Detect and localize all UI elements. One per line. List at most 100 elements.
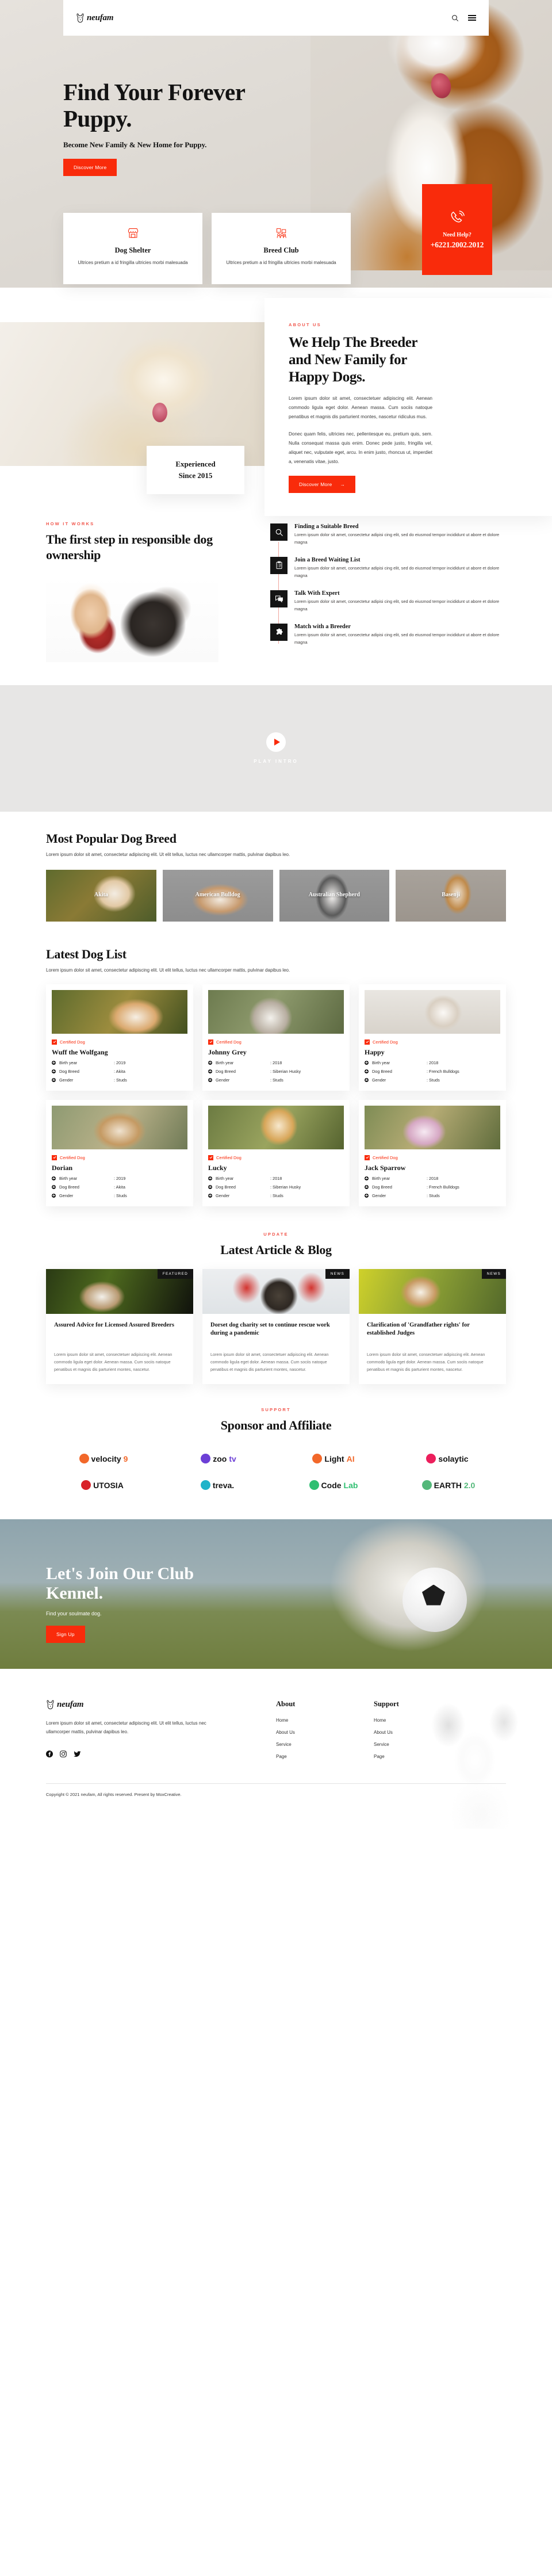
dog-card[interactable]: Certified Dog Wuff the Wolfgang Birth year…: [46, 984, 193, 1091]
hamburger-menu-icon[interactable]: [468, 14, 476, 22]
shop-store-icon: [75, 226, 191, 240]
blog-excerpt: Lorem ipsum dolor sit amet, consectetuer…: [54, 1351, 172, 1372]
search-icon[interactable]: [451, 14, 459, 22]
dog-spec-gender: Gender: Studs: [52, 1077, 187, 1083]
check-icon: [208, 1039, 213, 1045]
feature-card-breed-club[interactable]: Breed Club Ultrices pretium a id fringil…: [212, 213, 351, 284]
footer-social-links: [46, 1750, 276, 1760]
plus-circle-icon: [52, 1060, 56, 1065]
about-discover-more-button[interactable]: Discover More →: [289, 475, 356, 493]
dog-card[interactable]: Certified Dog Jack Sparrow Birth year: 201…: [359, 1099, 506, 1206]
hero-title: Find Your Forever Puppy.: [63, 79, 245, 132]
brand-logo[interactable]: neufam: [76, 13, 114, 23]
feature-card-row: Dog Shelter Ultrices pretium a id fringi…: [63, 213, 351, 284]
footer-link[interactable]: About Us: [374, 1730, 471, 1735]
dog-name: Lucky: [208, 1163, 227, 1172]
hero-discover-more-button[interactable]: Discover More: [63, 158, 117, 176]
footer-columns: neufam Lorem ipsum dolor sit amet, conse…: [46, 1700, 506, 1766]
spec-value: : Siberian Husky: [270, 1068, 301, 1074]
spec-label: Dog Breed: [216, 1184, 236, 1190]
breed-card[interactable]: Akita: [46, 869, 156, 922]
sponsor-logo[interactable]: Code Lab: [276, 1472, 391, 1499]
step-text: Lorem ipsum dolor sit amet, consectetur …: [294, 598, 500, 611]
instagram-icon[interactable]: [60, 1750, 67, 1760]
footer-copyright: Copyright © 2021 neufam, All rights rese…: [46, 1791, 182, 1797]
about-button-label: Discover More: [299, 481, 332, 487]
footer-link[interactable]: Service: [276, 1742, 374, 1747]
plus-circle-icon: [208, 1069, 212, 1073]
breed-card[interactable]: Basenji: [396, 869, 506, 922]
spec-label: Gender: [372, 1193, 386, 1198]
play-intro-wrapper[interactable]: PLAY INTRO: [0, 685, 552, 812]
footer-logo[interactable]: neufam: [46, 1700, 276, 1710]
dog-card[interactable]: Certified Dog Johnny Grey Birth year: 2018…: [202, 984, 350, 1091]
sponsor-logo[interactable]: treva.: [161, 1472, 276, 1499]
sponsor-logo[interactable]: solaytic: [391, 1446, 506, 1472]
dog-photo: [208, 1105, 344, 1149]
sponsor-logo[interactable]: velocity 9: [46, 1446, 161, 1472]
step-item[interactable]: Join a Breed Waiting List Lorem ipsum do…: [270, 556, 506, 580]
step-item[interactable]: Finding a Suitable Breed Lorem ipsum dol…: [270, 523, 506, 546]
about-dog-image: [0, 322, 282, 466]
sponsor-logo[interactable]: zoo tv: [161, 1446, 276, 1472]
footer-link[interactable]: Home: [374, 1718, 471, 1723]
spec-label: Gender: [59, 1193, 74, 1198]
dog-name: Happy: [365, 1048, 385, 1056]
certified-badge: Certified Dog: [365, 1039, 500, 1045]
sponsor-name-secondary: 2.0: [463, 1480, 476, 1490]
footer-link[interactable]: About Us: [276, 1730, 374, 1735]
plus-circle-icon: [52, 1069, 56, 1073]
step-title: Join a Breed Waiting List: [294, 556, 361, 563]
sponsor-mark-icon: [309, 1480, 319, 1490]
popular-breeds-title: Most Popular Dog Breed: [46, 831, 177, 846]
step-item[interactable]: Match with a Breeder Lorem ipsum dolor s…: [270, 623, 506, 647]
need-help-label: Need Help?: [443, 232, 471, 238]
blog-card[interactable]: FEATURED Assured Advice for Licensed Assu…: [46, 1268, 193, 1384]
step-item[interactable]: Talk With Expert Lorem ipsum dolor sit a…: [270, 590, 506, 613]
certified-label: Certified Dog: [373, 1039, 398, 1045]
blog-thumbnail: NEWS: [202, 1268, 350, 1314]
plus-circle-icon: [365, 1176, 369, 1180]
spec-value: : French Bulldogs: [427, 1184, 459, 1190]
blog-card[interactable]: NEWS Dorset dog charity set to continue r…: [202, 1268, 350, 1384]
play-triangle-icon[interactable]: [266, 732, 286, 752]
sponsor-logo[interactable]: Light AI: [276, 1446, 391, 1472]
blog-tag: NEWS: [481, 1268, 506, 1279]
breed-card[interactable]: Australian Shepherd: [279, 869, 390, 922]
dog-photo: [52, 1105, 187, 1149]
sponsor-logo[interactable]: UTOSIA: [46, 1472, 161, 1499]
footer-link[interactable]: Home: [276, 1718, 374, 1723]
spec-label: Birth year: [372, 1060, 390, 1065]
blog-card-title: Clarification of 'Grandfather rights' fo…: [367, 1321, 470, 1337]
certified-label: Certified Dog: [216, 1155, 241, 1160]
feature-text: Ultrices pretium a id fringilla ultricie…: [226, 260, 336, 265]
experience-badge: Experienced Since 2015: [147, 446, 244, 495]
dog-card[interactable]: Certified Dog Lucky Birth year: 2018 Dog Br…: [202, 1099, 350, 1206]
facebook-icon[interactable]: [46, 1750, 53, 1760]
need-help-card[interactable]: Need Help? +6221.2002.2012: [422, 184, 492, 275]
breed-card[interactable]: American Bulldog: [162, 869, 273, 922]
sign-up-button[interactable]: Sign Up: [46, 1626, 85, 1644]
blog-card[interactable]: NEWS Clarification of 'Grandfather rights…: [359, 1268, 506, 1384]
dog-card[interactable]: Certified Dog Happy Birth year: 2018 Dog Br…: [359, 984, 506, 1091]
sponsor-name-primary: EARTH: [434, 1480, 462, 1490]
cta-inner: Let's Join Our Club Kennel. Find your so…: [46, 1519, 506, 1644]
spec-label: Birth year: [59, 1060, 78, 1065]
dog-name: Jack Sparrow: [365, 1163, 406, 1172]
sponsors-section: SUPPORT Sponsor and Affiliate velocity 9 z…: [46, 1390, 506, 1519]
footer-link[interactable]: Service: [374, 1742, 471, 1747]
sponsor-logo[interactable]: EARTH 2.0: [391, 1472, 506, 1499]
how-eyebrow: HOW IT WORKS: [46, 521, 95, 526]
feature-card-dog-shelter[interactable]: Dog Shelter Ultrices pretium a id fringi…: [63, 213, 202, 284]
footer-link[interactable]: Page: [374, 1754, 471, 1759]
dog-card[interactable]: Certified Dog Dorian Birth year: 2019 Dog B…: [46, 1099, 193, 1206]
sponsor-name-primary: UTOSIA: [93, 1480, 124, 1490]
footer-link[interactable]: Page: [276, 1754, 374, 1759]
dog-photo: [208, 989, 344, 1034]
clipboard-list-icon: [270, 556, 288, 574]
plus-circle-icon: [208, 1060, 212, 1065]
twitter-icon[interactable]: [74, 1750, 81, 1760]
sponsor-name-primary: treva.: [212, 1480, 235, 1490]
certified-badge: Certified Dog: [52, 1039, 187, 1045]
blog-body: Clarification of 'Grandfather rights' fo…: [359, 1314, 506, 1384]
